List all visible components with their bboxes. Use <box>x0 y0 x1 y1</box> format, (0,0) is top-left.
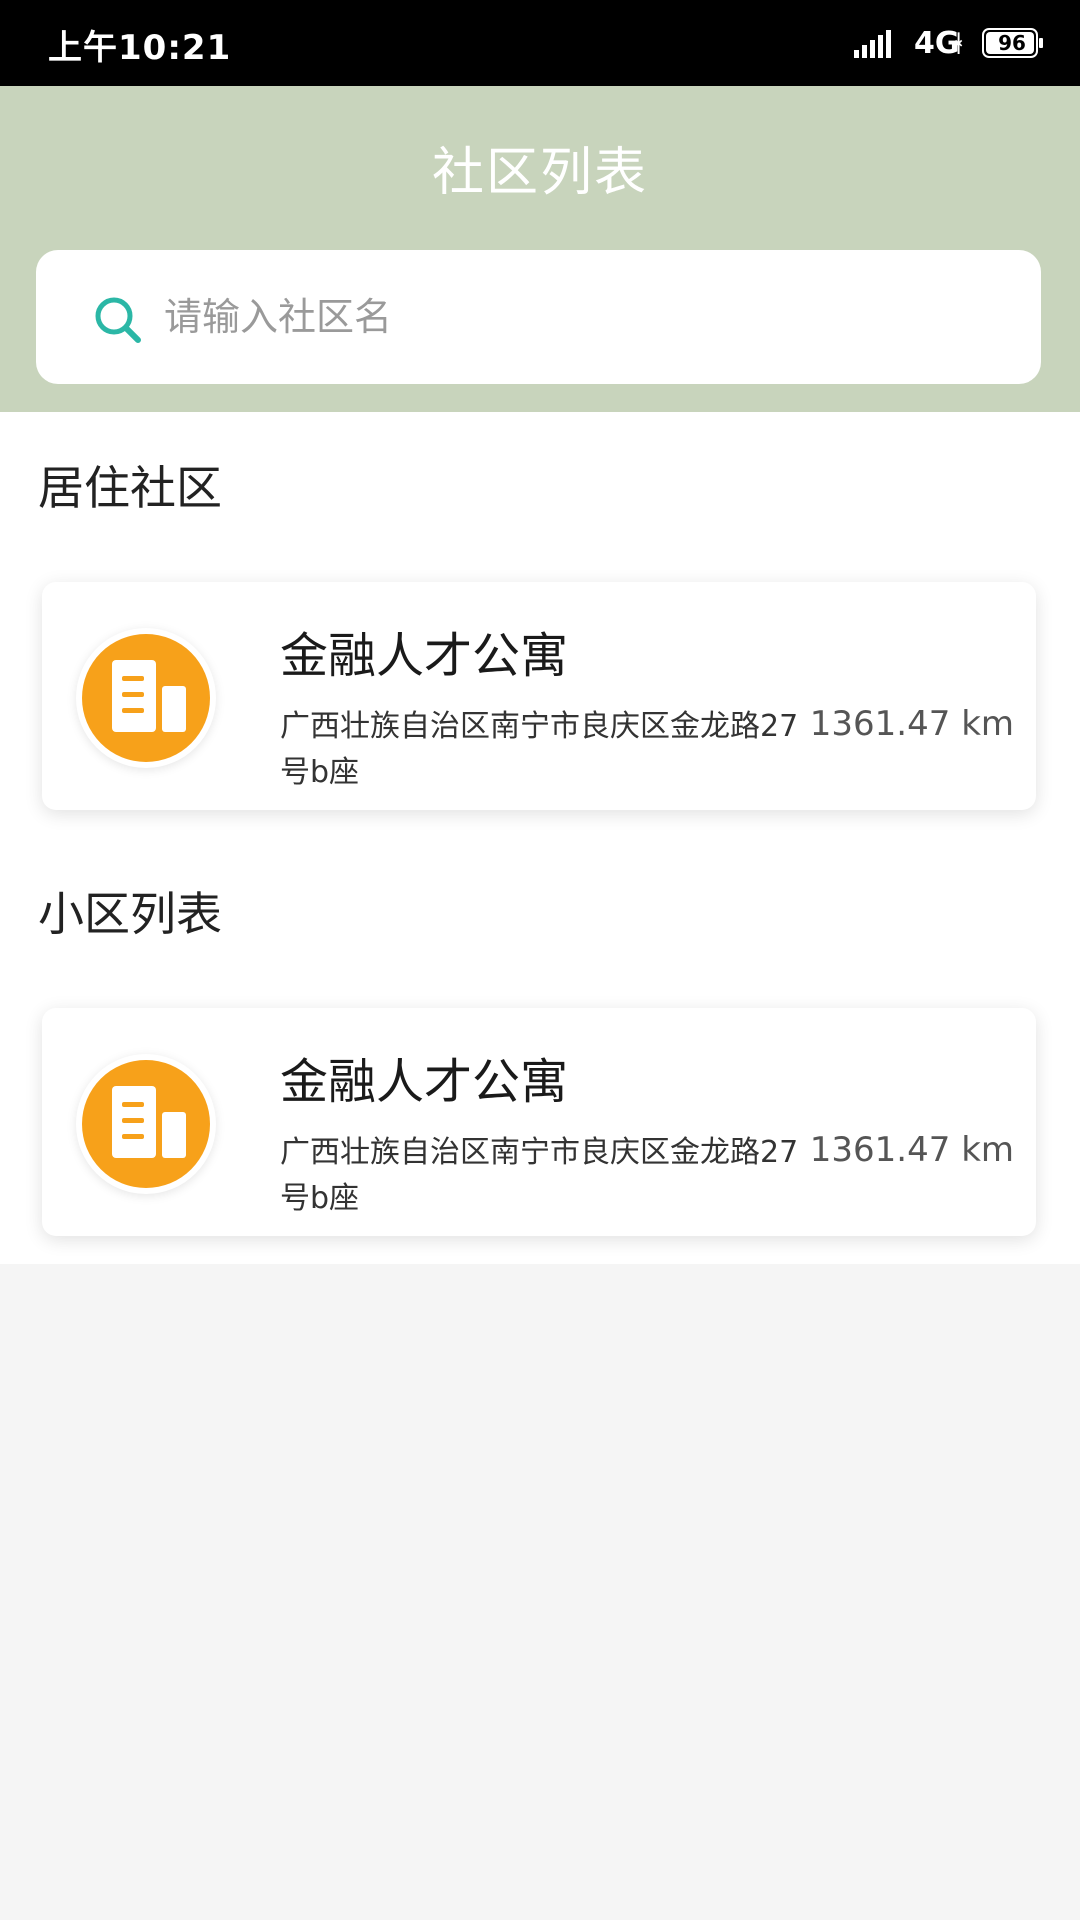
page-title: 社区列表 <box>431 143 648 203</box>
signal-icon <box>854 30 891 58</box>
community-distance: 1361.47 km <box>809 1130 1014 1170</box>
status-bar: 上午10:21 4G ↓ ↑ 96 <box>0 0 1080 86</box>
building-icon <box>82 634 210 762</box>
search-icon <box>95 297 141 343</box>
avatar <box>76 628 216 768</box>
community-address: 广西壮族自治区南宁市良庆区金龙路27号b座 <box>280 709 799 790</box>
header: 社区列表 <box>0 86 1080 412</box>
community-distance: 1361.47 km <box>809 704 1014 744</box>
search-bar[interactable] <box>36 250 1041 384</box>
network-activity-icon: ↓ ↑ <box>952 29 966 58</box>
section-title-residential: 居住社区 <box>38 461 222 515</box>
avatar <box>76 1054 216 1194</box>
battery-level: 96 <box>998 31 1026 55</box>
section-title-neighborhood: 小区列表 <box>38 887 222 941</box>
community-card[interactable]: 金融人才公寓 广西壮族自治区南宁市良庆区金龙路27号b座 1361.47 km <box>42 1008 1036 1236</box>
building-icon <box>82 1060 210 1188</box>
community-name: 金融人才公寓 <box>280 628 569 684</box>
status-time: 上午10:21 <box>48 28 232 68</box>
community-card[interactable]: 金融人才公寓 广西壮族自治区南宁市良庆区金龙路27号b座 1361.47 km <box>42 582 1036 810</box>
community-name: 金融人才公寓 <box>280 1054 569 1110</box>
search-input[interactable] <box>164 280 1004 354</box>
community-address: 广西壮族自治区南宁市良庆区金龙路27号b座 <box>280 1135 799 1216</box>
content: 居住社区 金融人才公寓 广西壮族自治区南宁市良庆区金龙路27号b座 1361.4… <box>0 412 1080 1264</box>
